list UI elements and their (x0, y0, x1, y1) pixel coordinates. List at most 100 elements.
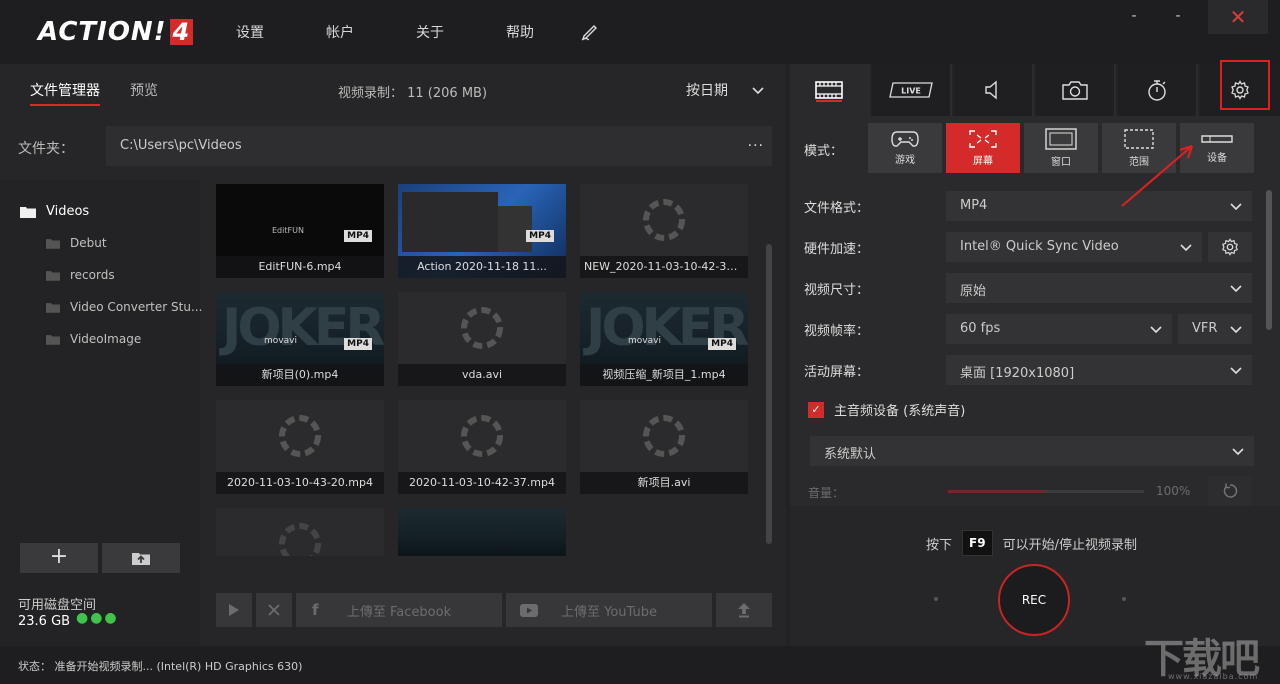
video-thumb[interactable] (216, 508, 384, 556)
close-icon (268, 604, 280, 616)
frame-rate-label: 视频帧率： (804, 324, 870, 339)
video-thumb[interactable]: 新项目.avi (580, 400, 748, 494)
maximize-button[interactable]: - (1168, 8, 1188, 28)
upload-facebook-button[interactable]: f 上傳至 Facebook (296, 593, 502, 627)
file-format-dropdown[interactable]: MP4 (946, 191, 1252, 221)
video-thumb[interactable]: MP4 Action 2020-11-18 11... (398, 184, 566, 278)
main-audio-checkbox[interactable]: ✓ (808, 401, 824, 418)
video-thumb[interactable]: JOKER movavi MP4 视频压缩_新项目_1.mp4 (580, 292, 748, 386)
active-screen-dropdown[interactable]: 桌面 [1920x1080] (946, 355, 1252, 385)
video-size-label: 视频尺寸： (804, 283, 870, 298)
mode-game-button[interactable]: 游戏 (868, 123, 942, 173)
video-thumb[interactable]: JOKER movavi MP4 新项目(0).mp4 (216, 292, 384, 386)
chevron-down-icon[interactable] (752, 84, 764, 96)
reset-icon (1223, 483, 1238, 498)
tree-item-label: Video Converter Stu... (70, 300, 203, 314)
facebook-icon: f (312, 601, 319, 619)
tree-item-records[interactable]: records (46, 268, 115, 282)
delete-button[interactable] (256, 593, 292, 627)
add-folder-button[interactable]: + (20, 543, 98, 573)
menu-account[interactable]: 帐户 (326, 22, 354, 42)
gear-icon (1222, 238, 1238, 256)
video-thumb[interactable]: vda.avi (398, 292, 566, 386)
hotkey-hint-text: 可以开始/停止视频录制 (1002, 537, 1137, 553)
pen-icon[interactable] (580, 22, 600, 42)
tab-live[interactable]: LIVE (872, 64, 952, 116)
loading-spinner-icon (279, 523, 321, 556)
film-icon (815, 81, 843, 99)
rec-button[interactable]: REC (998, 564, 1070, 636)
folder-tree: Videos Debut records Video Converter Stu… (0, 180, 202, 646)
tab-audio[interactable] (954, 64, 1034, 116)
hw-accel-settings-button[interactable] (1208, 232, 1252, 262)
hw-accel-value: Intel® Quick Sync Video (960, 239, 1119, 254)
title-bar: ACTION! 4 设置 帐户 关于 帮助 - - ✕ (0, 0, 1280, 64)
tab-video[interactable] (790, 64, 870, 116)
tab-file-manager[interactable]: 文件管理器 (30, 80, 100, 106)
menu-help[interactable]: 帮助 (506, 22, 534, 42)
vfr-dropdown[interactable]: VFR (1178, 314, 1252, 344)
settings-scrollbar[interactable] (1266, 190, 1272, 330)
main-audio-label: 主音频设备 (系统声音) (834, 404, 966, 419)
tab-preview[interactable]: 预览 (130, 80, 158, 100)
thumb-art-subtext: movavi (628, 336, 661, 346)
thumb-caption: vda.avi (398, 364, 566, 386)
video-thumb[interactable]: 2020-11-03-10-43-20.mp4 (216, 400, 384, 494)
menu-settings[interactable]: 设置 (236, 22, 264, 42)
hw-accel-dropdown[interactable]: Intel® Quick Sync Video (946, 232, 1202, 262)
gamepad-icon (891, 131, 919, 147)
tree-item-label: Videos (46, 204, 90, 219)
file-format-label: 文件格式： (804, 201, 870, 216)
folder-label: 文件夹： (18, 141, 74, 157)
tree-item-debut[interactable]: Debut (46, 236, 107, 250)
video-thumb[interactable]: 2020-11-03-10-42-37.mp4 (398, 400, 566, 494)
close-button[interactable]: ✕ (1208, 0, 1268, 34)
thumb-caption: 视频压缩_新项目_1.mp4 (580, 364, 748, 386)
tree-item-label: Debut (70, 236, 107, 250)
import-folder-button[interactable] (102, 543, 180, 573)
frame-rate-dropdown[interactable]: 60 fps (946, 314, 1172, 344)
tree-item-label: VideoImage (70, 332, 142, 346)
tree-item-video-converter[interactable]: Video Converter Stu... (46, 300, 202, 314)
chevron-down-icon (1230, 203, 1242, 211)
grid-scrollbar[interactable] (766, 244, 772, 544)
upload-youtube-button[interactable]: 上傳至 YouTube (506, 593, 712, 627)
audio-device-dropdown[interactable]: 系统默认 (810, 436, 1254, 466)
sort-dropdown[interactable]: 按日期 (686, 80, 728, 100)
browse-folder-button[interactable]: ... (748, 134, 764, 150)
chevron-down-icon (1230, 326, 1242, 334)
tree-item-videoimage[interactable]: VideoImage (46, 332, 141, 346)
thumb-caption: NEW_2020-11-03-10-42-37.mp4 (580, 256, 748, 278)
rec-indicator-dot (934, 597, 938, 601)
mode-label-text: 设备 (1207, 153, 1227, 164)
volume-reset-button[interactable] (1208, 476, 1252, 506)
volume-slider[interactable] (948, 490, 1144, 493)
chevron-down-icon (1230, 367, 1242, 375)
folder-path-field[interactable]: C:\Users\pc\Videos ... (106, 126, 772, 166)
play-button[interactable] (216, 593, 252, 627)
video-thumb[interactable]: EditFUN MP4 EditFUN-6.mp4 (216, 184, 384, 278)
svg-text:LIVE: LIVE (901, 87, 921, 96)
video-thumb[interactable] (398, 508, 566, 556)
main-audio-row[interactable]: ✓ 主音频设备 (系统声音) (808, 400, 965, 419)
video-thumb[interactable]: NEW_2020-11-03-10-42-37.mp4 (580, 184, 748, 278)
vfr-value: VFR (1192, 321, 1218, 336)
mode-window-button[interactable]: 窗口 (1024, 123, 1098, 173)
status-text: 状态： 准备开始视频录制... (Intel(R) HD Graphics 63… (18, 660, 303, 673)
format-badge: MP4 (344, 230, 372, 242)
upload-button[interactable] (716, 593, 772, 627)
active-screen-row: 活动屏幕： 桌面 [1920x1080] (790, 349, 1266, 389)
mode-screen-button[interactable]: 屏幕 (946, 123, 1020, 173)
play-icon (229, 604, 239, 616)
tree-item-videos[interactable]: Videos (20, 204, 89, 219)
loading-spinner-icon (461, 415, 503, 457)
tab-screenshot[interactable] (1036, 64, 1116, 116)
tab-timer[interactable] (1118, 64, 1198, 116)
tree-item-label: records (70, 268, 115, 282)
menu-about[interactable]: 关于 (416, 22, 444, 42)
video-size-dropdown[interactable]: 原始 (946, 273, 1252, 303)
frame-rate-row: 视频帧率： 60 fps VFR (790, 308, 1266, 348)
status-bar: 状态： 准备开始视频录制... (Intel(R) HD Graphics 63… (0, 646, 1280, 684)
file-format-value: MP4 (960, 198, 988, 213)
minimize-button[interactable]: - (1124, 8, 1144, 28)
